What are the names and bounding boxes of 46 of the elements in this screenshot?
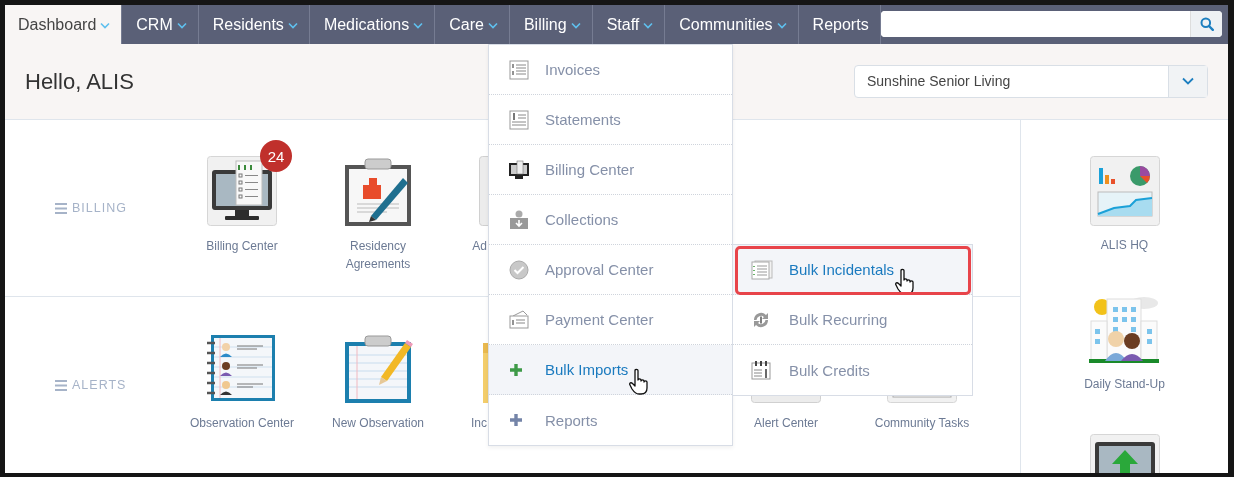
menu-item[interactable]: Reports: [489, 395, 732, 445]
section-label: ALERTS: [72, 378, 127, 392]
menu-item[interactable]: Invoices: [489, 45, 732, 95]
menu-item[interactable]: Statements: [489, 95, 732, 145]
building-people-icon[interactable]: [1089, 295, 1160, 365]
payment-envelope-icon: [509, 309, 529, 330]
tile-label[interactable]: Billing Center: [206, 237, 278, 255]
tile-label[interactable]: Daily Stand-Up: [1084, 376, 1165, 392]
caret-icon: [1182, 77, 1194, 85]
count-badge: 24: [260, 140, 292, 172]
community-select[interactable]: Sunshine Senior Living: [854, 64, 1208, 98]
charts-icon[interactable]: [1089, 156, 1160, 226]
menu-item[interactable]: Bulk Incidentals: [733, 245, 972, 295]
tile-label[interactable]: Ad: [446, 237, 487, 255]
menu-item[interactable]: Collections: [489, 195, 732, 245]
menu-item[interactable]: Bulk Credits: [733, 345, 972, 395]
tile-label[interactable]: New Observation: [331, 414, 424, 432]
menu-item[interactable]: Bulk Recurring: [733, 295, 972, 345]
section-label: BILLING: [72, 201, 127, 215]
tile-label[interactable]: ALIS HQ: [1100, 237, 1149, 253]
monitor-icon: [509, 159, 529, 180]
invoice-icon: [509, 59, 529, 80]
search-icon: [1199, 17, 1214, 31]
statement-icon: [509, 109, 529, 130]
menu-item[interactable]: Bulk Imports: [489, 345, 732, 395]
document-list-icon: [751, 259, 773, 280]
check-circle-icon: [509, 259, 529, 280]
collection-box-icon: [509, 209, 529, 230]
tile-label[interactable]: Inc: [446, 414, 487, 432]
calendar-icon: [751, 360, 771, 380]
notepad-pencil-icon[interactable]: [343, 333, 413, 403]
menu-icon: [55, 202, 67, 214]
plus-icon: [509, 362, 523, 377]
notebook-people-icon[interactable]: [207, 333, 277, 403]
menu-item[interactable]: Approval Center: [489, 245, 732, 295]
tile-label[interactable]: Community Tasks: [874, 414, 970, 432]
tile-label[interactable]: Observation Center: [189, 414, 295, 432]
tile-label[interactable]: Residency Agreements: [323, 237, 433, 273]
nav-tab[interactable]: Dashboard: [5, 5, 123, 44]
greeting: Hello, ALIS: [25, 68, 134, 95]
clipboard-pen-icon[interactable]: [343, 156, 413, 226]
search-button[interactable]: [1190, 11, 1222, 37]
menu-icon: [55, 379, 67, 391]
tile-label[interactable]: Alert Center: [754, 414, 818, 432]
menu-item[interactable]: Billing Center: [489, 145, 732, 195]
plus-icon: [509, 413, 523, 427]
